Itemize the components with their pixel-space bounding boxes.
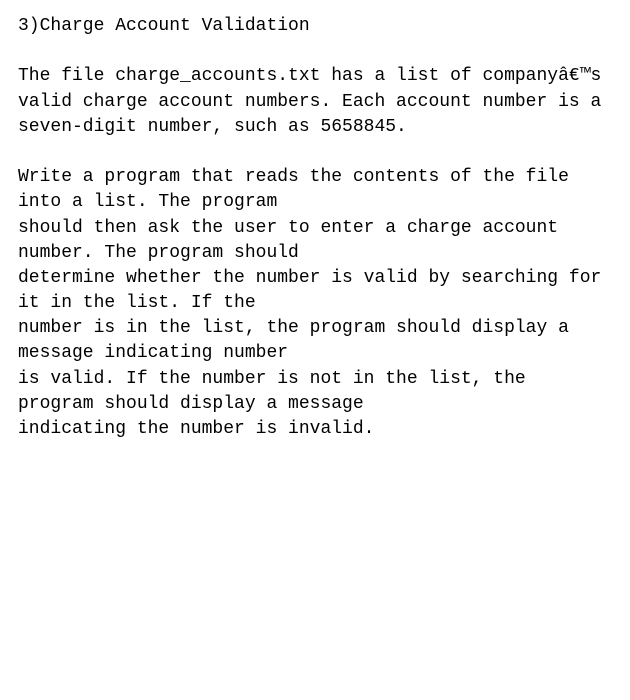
- exercise-description-1: The file charge_accounts.txt has a list …: [18, 64, 612, 140]
- exercise-description-2: Write a program that reads the contents …: [18, 165, 612, 442]
- exercise-title: 3)Charge Account Validation: [18, 14, 612, 39]
